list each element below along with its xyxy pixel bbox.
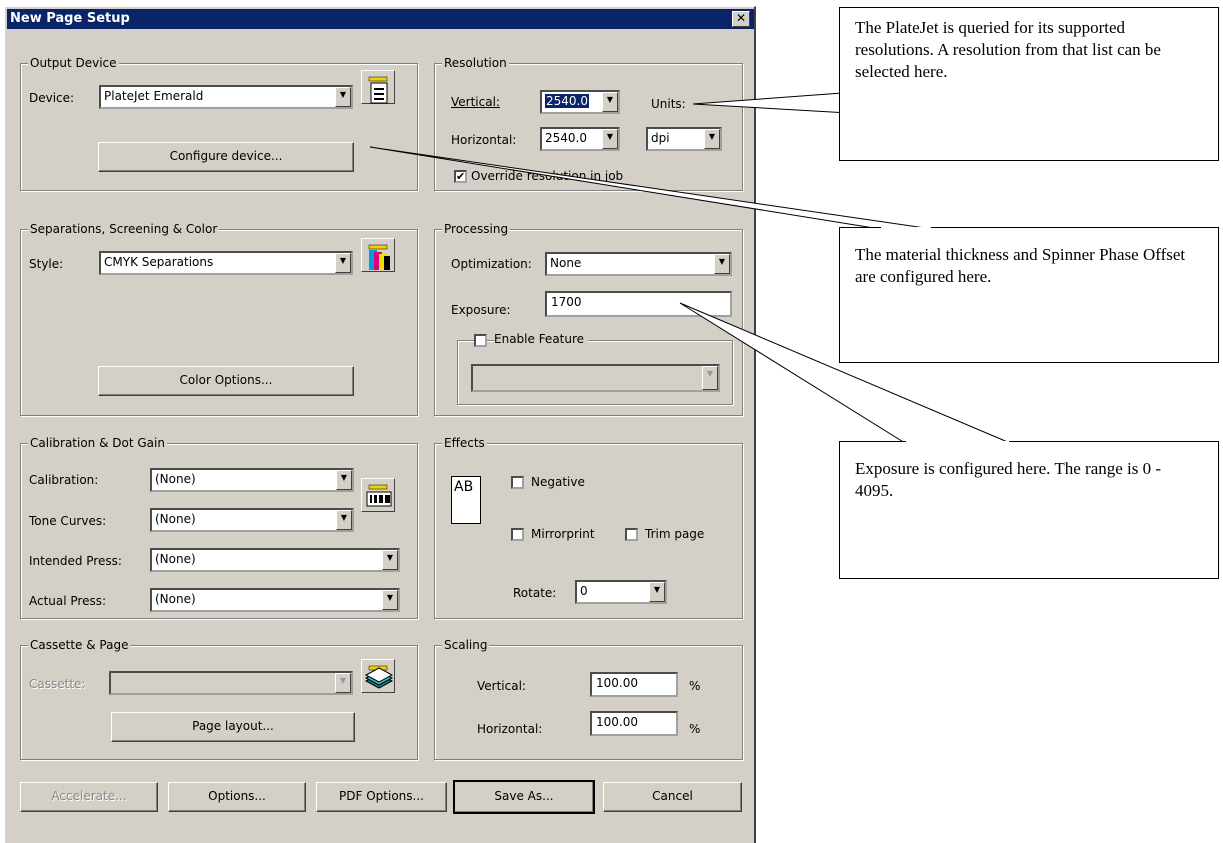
callout-leader-joins xyxy=(881,82,1009,443)
